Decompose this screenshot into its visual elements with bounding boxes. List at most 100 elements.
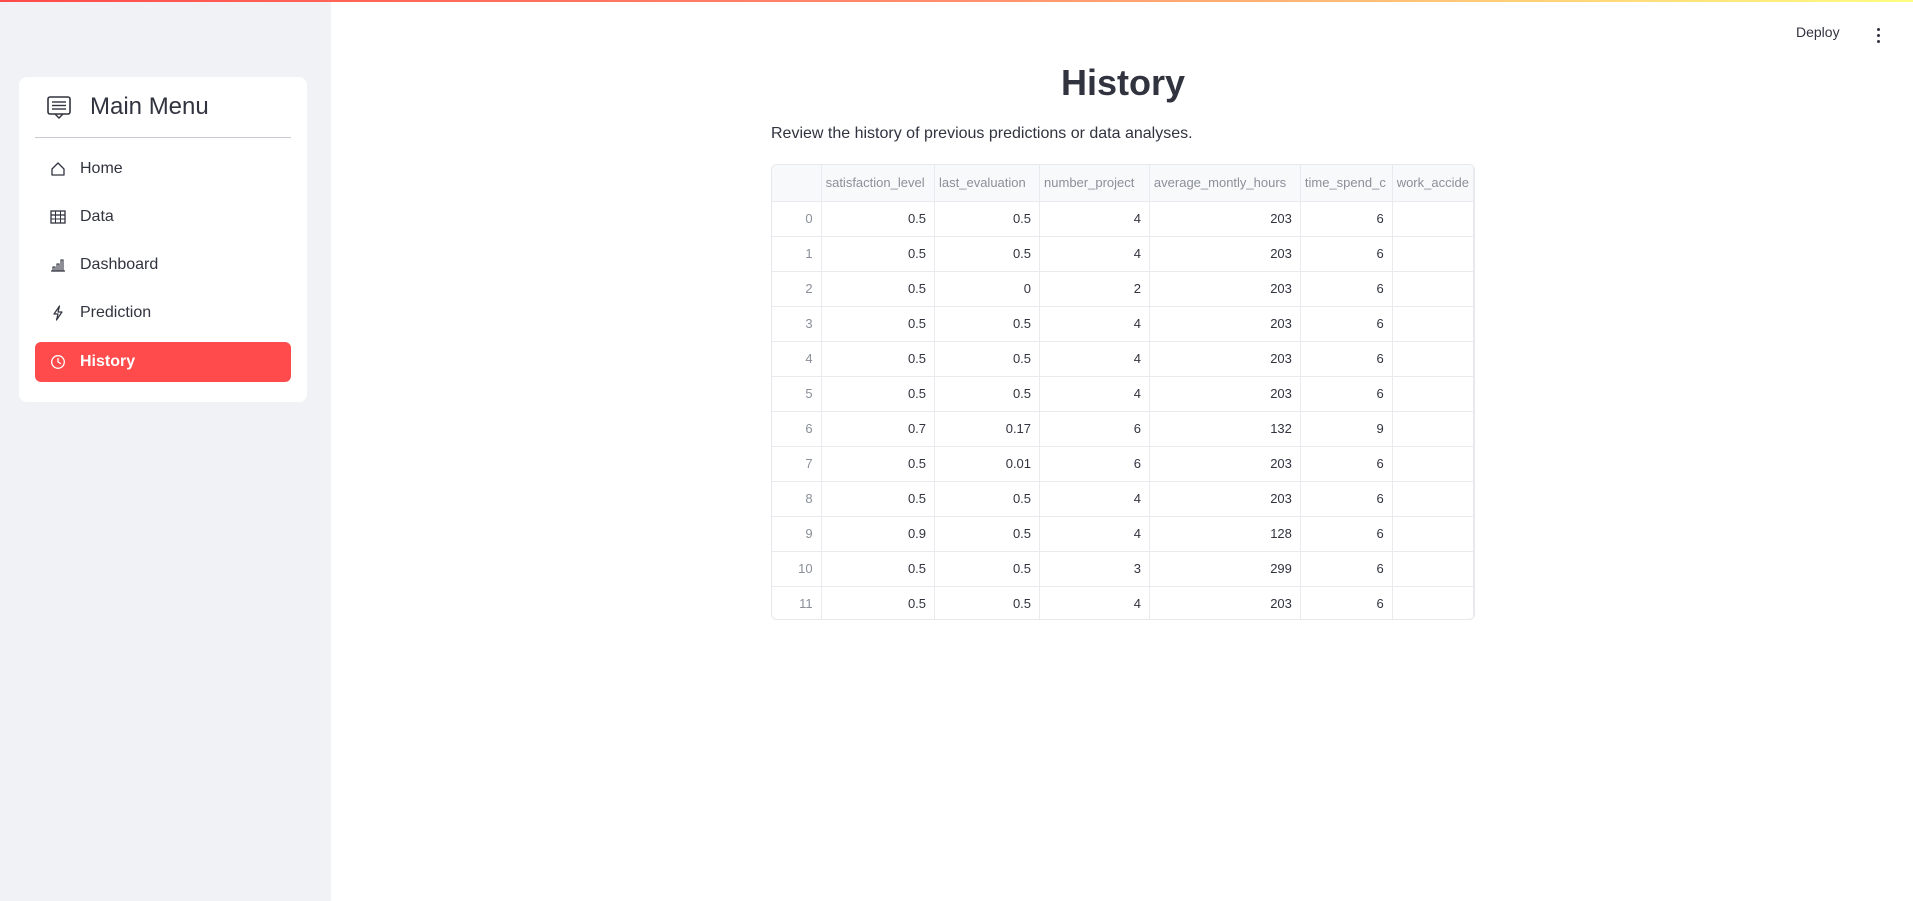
- table-cell[interactable]: 0.01: [934, 446, 1041, 482]
- table-cell[interactable]: 203: [1149, 236, 1301, 272]
- table-cell[interactable]: [1392, 481, 1474, 517]
- table-cell[interactable]: 203: [1149, 271, 1301, 307]
- table-cell[interactable]: 6: [1300, 306, 1393, 342]
- column-header[interactable]: satisfaction_level: [821, 165, 936, 202]
- table-cell[interactable]: 0.5: [934, 516, 1041, 552]
- table-cell[interactable]: 132: [1149, 411, 1301, 447]
- table-cell[interactable]: 0.17: [934, 411, 1041, 447]
- table-cell[interactable]: 0.5: [821, 551, 936, 587]
- table-cell[interactable]: 0.5: [821, 376, 936, 412]
- row-index: 1: [772, 236, 822, 272]
- table-cell[interactable]: 0.5: [934, 306, 1041, 342]
- table-cell[interactable]: 203: [1149, 481, 1301, 517]
- table-cell[interactable]: 6: [1300, 236, 1393, 272]
- table-cell[interactable]: 0.5: [934, 481, 1041, 517]
- table-cell[interactable]: 0.9: [821, 516, 936, 552]
- table-cell[interactable]: 203: [1149, 341, 1301, 377]
- table-cell[interactable]: 3: [1039, 551, 1150, 587]
- table-cell[interactable]: 0.5: [821, 481, 936, 517]
- table-cell[interactable]: 0.5: [821, 306, 936, 342]
- table-cell[interactable]: 6: [1039, 411, 1150, 447]
- table-cell[interactable]: 0.5: [821, 271, 936, 307]
- table-cell[interactable]: 128: [1149, 516, 1301, 552]
- table-row: 4 0.5 0.5 4 203 6: [772, 341, 1474, 377]
- table-cell[interactable]: 0.5: [934, 341, 1041, 377]
- table-cell[interactable]: 203: [1149, 376, 1301, 412]
- table-cell[interactable]: [1392, 306, 1474, 342]
- table-cell[interactable]: [1392, 411, 1474, 447]
- table-cell[interactable]: 6: [1300, 551, 1393, 587]
- table-cell[interactable]: 0.7: [821, 411, 936, 447]
- table-cell[interactable]: 6: [1300, 201, 1393, 237]
- top-decoration-bar: [0, 0, 1913, 2]
- table-cell[interactable]: 4: [1039, 201, 1150, 237]
- table-cell[interactable]: 299: [1149, 551, 1301, 587]
- table-cell[interactable]: 0.5: [821, 236, 936, 272]
- history-dataframe[interactable]: satisfaction_level last_evaluation numbe…: [771, 164, 1475, 620]
- table-cell[interactable]: 6: [1300, 446, 1393, 482]
- table-cell[interactable]: 4: [1039, 481, 1150, 517]
- deploy-button[interactable]: Deploy: [1796, 24, 1840, 40]
- table-cell[interactable]: 0.5: [934, 586, 1041, 619]
- table-cell[interactable]: [1392, 376, 1474, 412]
- table-cell[interactable]: 0.5: [934, 376, 1041, 412]
- sidebar-item-home[interactable]: Home: [35, 149, 291, 189]
- table-cell[interactable]: 203: [1149, 586, 1301, 619]
- sidebar-item-prediction[interactable]: Prediction: [35, 293, 291, 333]
- menu-list-icon: [47, 96, 71, 119]
- table-cell[interactable]: 6: [1300, 271, 1393, 307]
- column-header[interactable]: time_spend_c: [1300, 165, 1393, 202]
- column-header[interactable]: average_montly_hours: [1149, 165, 1301, 202]
- table-cell[interactable]: 4: [1039, 306, 1150, 342]
- table-cell[interactable]: 203: [1149, 201, 1301, 237]
- table-cell[interactable]: 6: [1300, 341, 1393, 377]
- table-cell[interactable]: 4: [1039, 516, 1150, 552]
- column-header[interactable]: work_accide: [1392, 165, 1474, 202]
- table-cell[interactable]: 9: [1300, 411, 1393, 447]
- row-index: 8: [772, 481, 822, 517]
- row-index: 7: [772, 446, 822, 482]
- table-cell[interactable]: [1392, 551, 1474, 587]
- table-cell[interactable]: [1392, 586, 1474, 619]
- row-index: 2: [772, 271, 822, 307]
- table-row: 9 0.9 0.5 4 128 6: [772, 516, 1474, 552]
- sidebar-item-dashboard[interactable]: Dashboard: [35, 245, 291, 285]
- kebab-menu-icon[interactable]: [1870, 24, 1886, 46]
- table-cell[interactable]: [1392, 341, 1474, 377]
- sidebar-item-label: Data: [80, 208, 114, 225]
- column-header[interactable]: number_project: [1039, 165, 1150, 202]
- table-cell[interactable]: 0.5: [821, 341, 936, 377]
- table-cell[interactable]: 4: [1039, 376, 1150, 412]
- table-cell[interactable]: 4: [1039, 236, 1150, 272]
- column-header-index: [772, 165, 822, 202]
- row-index: 11: [772, 586, 822, 619]
- table-cell[interactable]: 0.5: [821, 201, 936, 237]
- table-cell[interactable]: [1392, 446, 1474, 482]
- table-cell[interactable]: 0.5: [934, 201, 1041, 237]
- table-cell[interactable]: [1392, 271, 1474, 307]
- table-cell[interactable]: 203: [1149, 446, 1301, 482]
- table-cell[interactable]: 4: [1039, 586, 1150, 619]
- table-header-row: satisfaction_level last_evaluation numbe…: [772, 165, 1474, 202]
- table-cell[interactable]: 6: [1039, 446, 1150, 482]
- sidebar-item-data[interactable]: Data: [35, 197, 291, 237]
- table-cell[interactable]: 6: [1300, 586, 1393, 619]
- table-cell[interactable]: 6: [1300, 516, 1393, 552]
- sidebar-item-label: Home: [80, 160, 123, 177]
- table-cell[interactable]: 0: [934, 271, 1041, 307]
- table-cell[interactable]: 6: [1300, 481, 1393, 517]
- sidebar-item-history[interactable]: History: [35, 342, 291, 382]
- table-cell[interactable]: 2: [1039, 271, 1150, 307]
- table-cell[interactable]: 0.5: [934, 551, 1041, 587]
- table-cell[interactable]: [1392, 516, 1474, 552]
- table-cell[interactable]: 203: [1149, 306, 1301, 342]
- table-cell[interactable]: 4: [1039, 341, 1150, 377]
- row-index: 3: [772, 306, 822, 342]
- table-cell[interactable]: [1392, 201, 1474, 237]
- table-cell[interactable]: 0.5: [934, 236, 1041, 272]
- table-cell[interactable]: 0.5: [821, 446, 936, 482]
- table-cell[interactable]: [1392, 236, 1474, 272]
- column-header[interactable]: last_evaluation: [934, 165, 1041, 202]
- table-cell[interactable]: 6: [1300, 376, 1393, 412]
- table-cell[interactable]: 0.5: [821, 586, 936, 619]
